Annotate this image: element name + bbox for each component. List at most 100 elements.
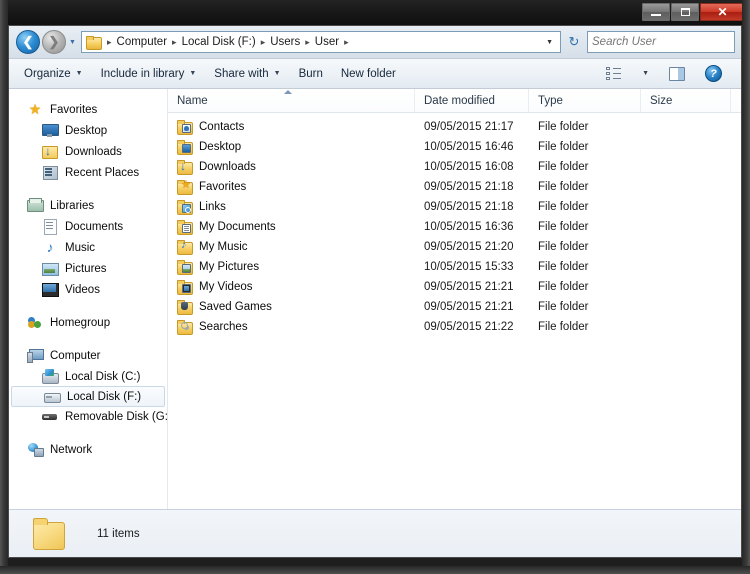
sidebar-item-music[interactable]: ♪ Music (9, 237, 167, 258)
column-headers: Name Date modified Type Size (168, 89, 741, 113)
sidebar-item-homegroup[interactable]: Homegroup (9, 312, 167, 333)
organize-button[interactable]: Organize ▼ (15, 64, 92, 84)
breadcrumb-user[interactable]: User (313, 36, 341, 48)
command-toolbar: Organize ▼ Include in library ▼ Share wi… (9, 59, 741, 89)
file-name: Links (199, 201, 226, 213)
hard-disk-icon (44, 389, 61, 404)
column-header-date-modified[interactable]: Date modified (415, 89, 529, 112)
help-icon: ? (705, 65, 722, 82)
column-header-size[interactable]: Size (641, 89, 731, 112)
maximize-button[interactable] (671, 3, 699, 21)
breadcrumb-local-disk-f[interactable]: Local Disk (F:) (180, 36, 258, 48)
close-button[interactable]: ✕ (700, 3, 745, 21)
explorer-window: ✕ ❮ ❯ ▼ ▸ Computer ▸ Local Disk (F:) ▸ U… (0, 0, 750, 574)
sidebar-item-label: Documents (65, 220, 124, 233)
preview-pane-button[interactable] (660, 63, 694, 85)
sidebar-item-local-disk-c[interactable]: Local Disk (C:) (9, 366, 167, 387)
sidebar-item-label: Downloads (65, 145, 122, 158)
sidebar-item-videos[interactable]: Videos (9, 279, 167, 300)
breadcrumb-separator[interactable]: ▸ (258, 37, 269, 48)
file-date-cell: 10/05/2015 16:08 (424, 161, 514, 173)
help-button[interactable]: ? (696, 61, 731, 86)
file-date-cell: 09/05/2015 21:21 (424, 281, 514, 293)
sidebar-item-pictures[interactable]: Pictures (9, 258, 167, 279)
file-type-cell: File folder (538, 141, 589, 153)
forward-button[interactable]: ❯ (42, 30, 66, 54)
include-in-library-button[interactable]: Include in library ▼ (92, 64, 206, 84)
table-row[interactable]: My Videos 09/05/2015 21:21 File folder (168, 277, 741, 297)
sidebar-item-computer[interactable]: Computer (9, 345, 167, 366)
file-date-cell: 09/05/2015 21:20 (424, 241, 514, 253)
nav-group-libraries: Libraries Documents ♪ Music Pictures Vid… (9, 195, 167, 300)
sidebar-item-documents[interactable]: Documents (9, 216, 167, 237)
preview-pane-icon (669, 66, 685, 81)
file-name: Contacts (199, 121, 245, 133)
file-name-cell: Desktop (168, 140, 415, 155)
file-date-cell: 09/05/2015 21:18 (424, 181, 514, 193)
file-date-cell: 09/05/2015 21:22 (424, 321, 514, 333)
table-row[interactable]: My Pictures 10/05/2015 15:33 File folder (168, 257, 741, 277)
table-row[interactable]: My Music 09/05/2015 21:20 File folder (168, 237, 741, 257)
sidebar-item-label: Favorites (50, 103, 98, 116)
breadcrumb-separator[interactable]: ▸ (341, 37, 352, 48)
column-header-name[interactable]: Name (168, 89, 415, 112)
column-header-type[interactable]: Type (529, 89, 641, 112)
sidebar-item-label: Network (50, 443, 93, 456)
libraries-icon (27, 198, 44, 213)
table-row[interactable]: Desktop 10/05/2015 16:46 File folder (168, 137, 741, 157)
file-name: My Music (199, 241, 248, 253)
search-input[interactable] (592, 36, 741, 48)
file-name-cell: Downloads (168, 159, 415, 175)
file-name-cell: My Documents (168, 220, 415, 235)
folder-downloads-icon (177, 159, 193, 175)
window-content: ❮ ❯ ▼ ▸ Computer ▸ Local Disk (F:) ▸ Use… (8, 25, 742, 558)
table-row[interactable]: Contacts 09/05/2015 21:17 File folder (168, 117, 741, 137)
folder-links-icon (177, 200, 193, 215)
breadcrumb-separator: ▸ (107, 36, 112, 47)
history-dropdown-button[interactable]: ▼ (66, 31, 79, 53)
sidebar-item-network[interactable]: Network (9, 439, 167, 460)
new-folder-label: New folder (340, 67, 396, 80)
sidebar-item-local-disk-f[interactable]: Local Disk (F:) (11, 386, 165, 407)
star-icon: ★ (28, 101, 42, 117)
address-dropdown-icon[interactable]: ▼ (541, 39, 558, 46)
breadcrumb-separator[interactable]: ▸ (169, 37, 180, 48)
new-folder-button[interactable]: New folder (332, 64, 405, 84)
refresh-button[interactable]: ↻ (563, 31, 585, 53)
chevron-down-icon: ▼ (75, 70, 83, 77)
table-row[interactable]: My Documents 10/05/2015 16:36 File folde… (168, 217, 741, 237)
column-header-label: Date modified (424, 94, 495, 107)
burn-button[interactable]: Burn (290, 64, 332, 84)
address-bar[interactable]: ▸ Computer ▸ Local Disk (F:) ▸ Users ▸ U… (81, 31, 561, 53)
table-row[interactable]: Favorites 09/05/2015 21:18 File folder (168, 177, 741, 197)
breadcrumb-computer[interactable]: Computer (115, 36, 170, 48)
file-name-cell: Links (168, 200, 415, 215)
computer-icon (27, 348, 44, 363)
change-view-button[interactable] (597, 63, 631, 85)
sidebar-item-label: Computer (50, 349, 101, 362)
view-dropdown-button[interactable]: ▼ (633, 66, 658, 81)
main-area: ★ Favorites Desktop Downloads Recent Pla… (9, 89, 741, 509)
downloads-icon (42, 144, 58, 159)
file-name: Favorites (199, 181, 247, 193)
sidebar-item-favorites[interactable]: ★ Favorites (9, 99, 167, 120)
sidebar-item-downloads[interactable]: Downloads (9, 141, 167, 162)
minimize-button[interactable] (642, 3, 670, 21)
table-row[interactable]: Links 09/05/2015 21:18 File folder (168, 197, 741, 217)
search-box[interactable]: ⚲ (587, 31, 741, 53)
chevron-down-icon: ▼ (69, 38, 76, 46)
breadcrumb-users[interactable]: Users (268, 36, 302, 48)
back-button[interactable]: ❮ (16, 30, 40, 54)
breadcrumb-separator[interactable]: ▸ (302, 37, 313, 48)
nav-group-computer: Computer Local Disk (C:) Local Disk (F:)… (9, 345, 167, 427)
toolbar-right-group: ▼ ? (597, 61, 735, 86)
table-row[interactable]: Searches 09/05/2015 21:22 File folder (168, 317, 741, 337)
sidebar-item-desktop[interactable]: Desktop (9, 120, 167, 141)
file-name-cell: My Pictures (168, 260, 415, 275)
table-row[interactable]: Downloads 10/05/2015 16:08 File folder (168, 157, 741, 177)
sidebar-item-recent-places[interactable]: Recent Places (9, 162, 167, 183)
sidebar-item-removable-disk-g[interactable]: Removable Disk (G:) (9, 406, 167, 427)
sidebar-item-libraries[interactable]: Libraries (9, 195, 167, 216)
share-with-button[interactable]: Share with ▼ (205, 64, 289, 84)
table-row[interactable]: Saved Games 09/05/2015 21:21 File folder (168, 297, 741, 317)
